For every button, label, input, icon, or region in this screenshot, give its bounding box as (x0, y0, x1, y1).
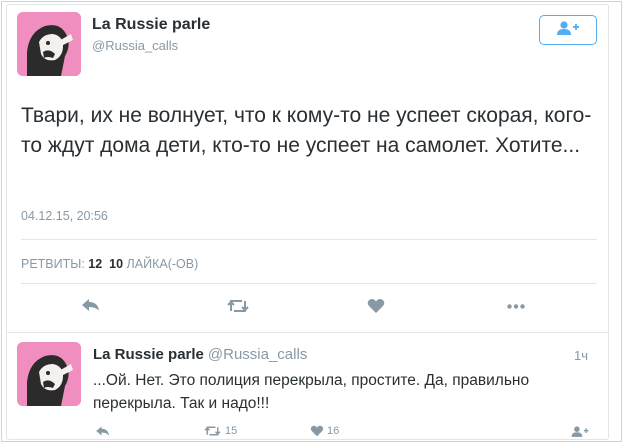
tweet-timestamp[interactable]: 04.12.15, 20:56 (21, 209, 108, 223)
reply-header: La Russie parle @Russia_calls (93, 346, 307, 363)
divider (7, 332, 608, 333)
retweets-count[interactable]: 12 (88, 257, 102, 271)
divider (21, 283, 597, 284)
heart-icon (310, 425, 324, 437)
likes-label: ЛАЙКА(-ОВ) (126, 257, 199, 271)
add-user-icon (555, 20, 581, 41)
reply-text: ...Ой. Нет. Это полиция перекрыла, прост… (93, 372, 530, 412)
heart-icon (367, 298, 385, 314)
reply-avatar[interactable] (17, 342, 81, 406)
divider (21, 239, 597, 240)
reply-reply-button[interactable] (95, 425, 111, 437)
retweets-label: РЕТВИТЫ: (21, 257, 85, 271)
reply-like-button[interactable]: 16 (310, 425, 339, 437)
more-button[interactable] (507, 304, 525, 309)
like-button[interactable] (367, 298, 385, 314)
retweet-icon (226, 298, 250, 314)
reply-time[interactable]: 1ч (574, 348, 588, 363)
tweet-text: Твари, их не волнует, что к кому-то не у… (21, 104, 592, 157)
add-user-icon (570, 425, 590, 438)
reply-retweet-count: 15 (225, 425, 238, 437)
user-handle[interactable]: @Russia_calls (92, 38, 178, 53)
tweet-stats: РЕТВИТЫ: 12 10 ЛАЙКА(-ОВ) (21, 257, 198, 271)
reply-icon (95, 425, 111, 437)
reply-user-handle[interactable]: @Russia_calls (208, 346, 307, 363)
avatar[interactable] (17, 12, 81, 76)
reply-display-name[interactable]: La Russie parle (93, 346, 204, 363)
likes-count[interactable]: 10 (109, 257, 123, 271)
follow-button[interactable] (539, 15, 597, 45)
reply-button[interactable] (81, 297, 101, 313)
reply-follow-button[interactable] (570, 425, 590, 438)
reply-retweet-button[interactable]: 15 (203, 425, 237, 437)
tweet-card: La Russie parle @Russia_calls Твари, их … (6, 4, 609, 440)
more-icon (507, 304, 525, 309)
reply-like-count: 16 (327, 425, 340, 437)
retweet-button[interactable] (226, 298, 250, 314)
reply-icon (81, 297, 101, 313)
retweet-icon (203, 425, 222, 437)
display-name[interactable]: La Russie parle (92, 16, 210, 34)
